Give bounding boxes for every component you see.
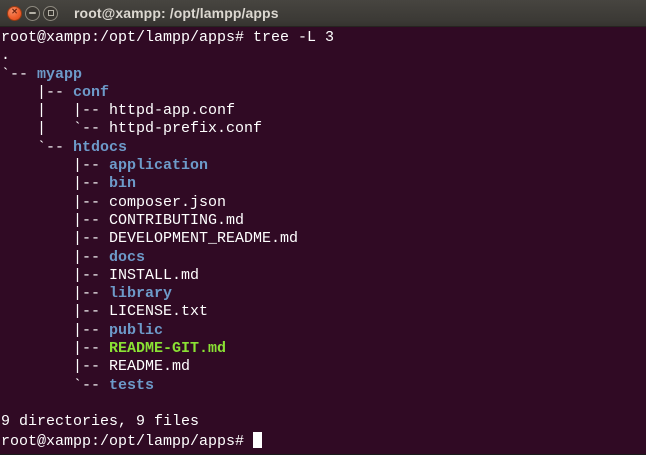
- terminal-line: 9 directories, 9 files: [1, 413, 645, 431]
- terminal-line: |-- DEVELOPMENT_README.md: [1, 230, 645, 248]
- terminal-line: [1, 395, 645, 413]
- terminal-output: root@xampp:/opt/lampp/apps# tree -L 3.`-…: [1, 29, 645, 450]
- window-controls: ×: [0, 6, 58, 21]
- terminal-line: |-- application: [1, 157, 645, 175]
- terminal-cursor: [253, 432, 262, 448]
- terminal-line: |-- README.md: [1, 358, 645, 376]
- terminal-line: |-- INSTALL.md: [1, 267, 645, 285]
- terminal-line: |-- LICENSE.txt: [1, 303, 645, 321]
- terminal-line: |-- library: [1, 285, 645, 303]
- terminal-line: `-- myapp: [1, 66, 645, 84]
- terminal-window: × root@xampp: /opt/lampp/apps root@xampp…: [0, 0, 646, 455]
- terminal-line: `-- htdocs: [1, 139, 645, 157]
- terminal-line: root@xampp:/opt/lampp/apps#: [1, 432, 645, 450]
- terminal-line: `-- tests: [1, 377, 645, 395]
- window-titlebar[interactable]: × root@xampp: /opt/lampp/apps: [0, 0, 646, 27]
- terminal-line: .: [1, 47, 645, 65]
- close-icon: ×: [12, 8, 18, 18]
- maximize-icon: [48, 10, 54, 16]
- terminal-line: |-- CONTRIBUTING.md: [1, 212, 645, 230]
- terminal-line: |-- public: [1, 322, 645, 340]
- terminal-line: |-- docs: [1, 249, 645, 267]
- terminal-line: |-- README-GIT.md: [1, 340, 645, 358]
- close-button[interactable]: ×: [7, 6, 22, 21]
- minimize-icon: [29, 12, 36, 14]
- maximize-button[interactable]: [43, 6, 58, 21]
- minimize-button[interactable]: [25, 6, 40, 21]
- terminal-line: |-- conf: [1, 84, 645, 102]
- terminal[interactable]: root@xampp:/opt/lampp/apps# tree -L 3.`-…: [0, 27, 646, 454]
- terminal-line: |-- bin: [1, 175, 645, 193]
- terminal-line: root@xampp:/opt/lampp/apps# tree -L 3: [1, 29, 645, 47]
- terminal-line: | |-- httpd-app.conf: [1, 102, 645, 120]
- terminal-line: | `-- httpd-prefix.conf: [1, 120, 645, 138]
- window-title: root@xampp: /opt/lampp/apps: [74, 5, 279, 21]
- terminal-line: |-- composer.json: [1, 194, 645, 212]
